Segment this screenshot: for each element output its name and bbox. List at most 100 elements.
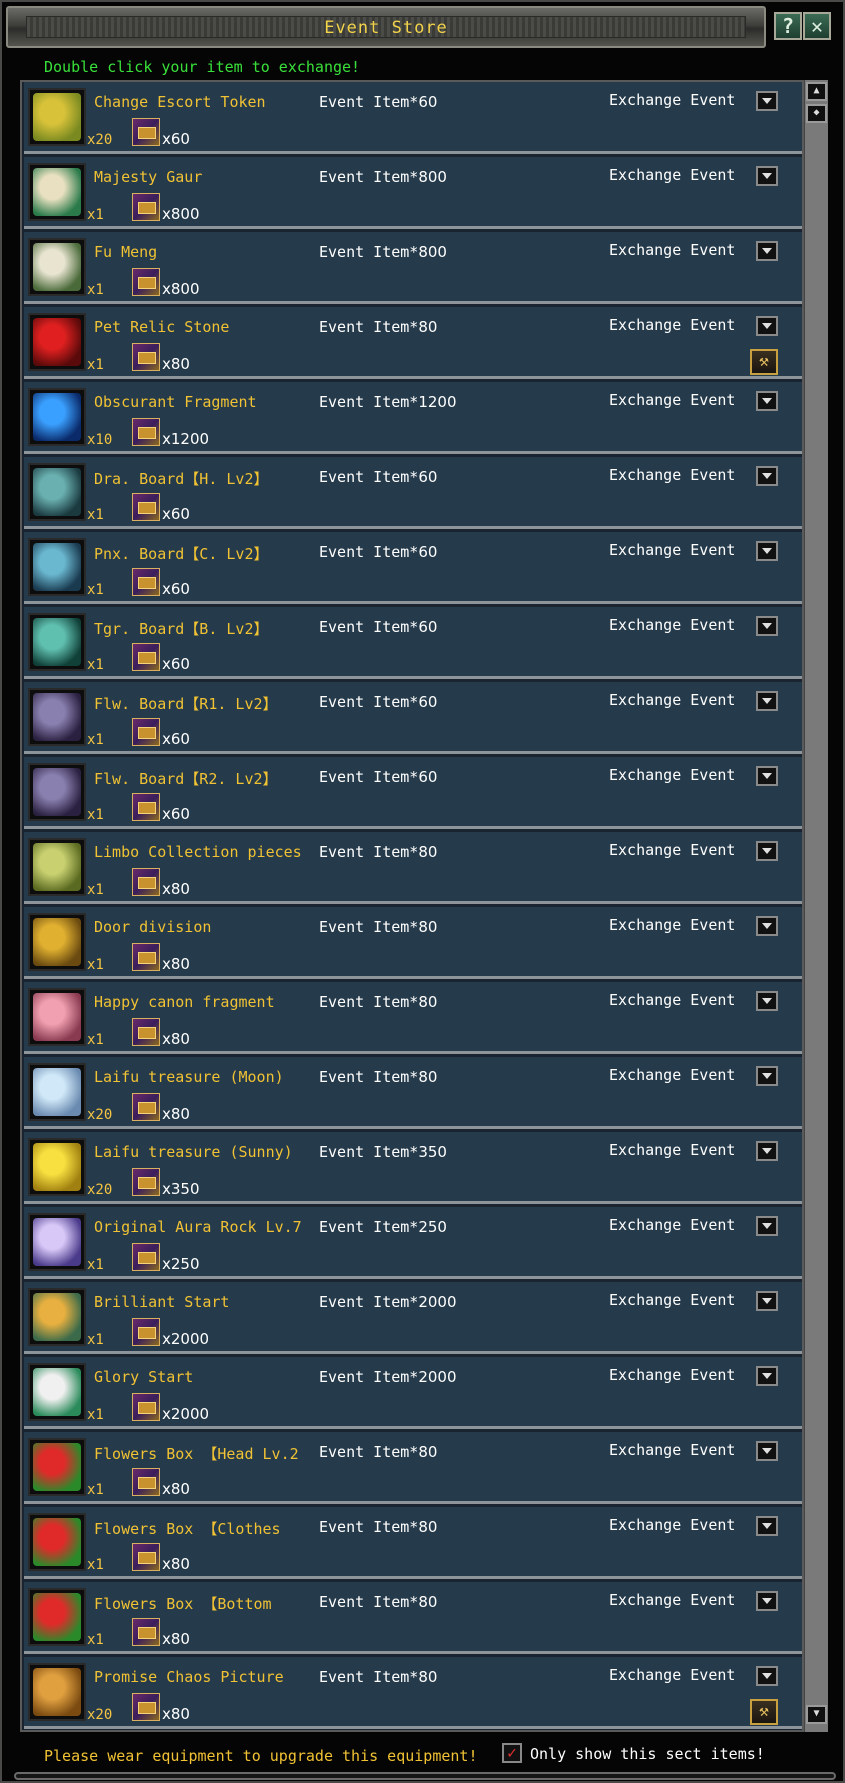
item-row[interactable]: Limbo Collection pieces x1 x80 Event Item*8…: [24, 832, 802, 904]
item-row[interactable]: Promise Chaos Picture x20 x80 Event Item*80…: [24, 1657, 802, 1729]
exchange-type-label: Exchange Event: [609, 1666, 736, 1684]
item-icon-frame[interactable]: [28, 1363, 86, 1421]
exchange-dropdown-button[interactable]: [756, 916, 778, 936]
exchange-type-label: Exchange Event: [609, 1591, 736, 1609]
exchange-dropdown-button[interactable]: [756, 541, 778, 561]
exchange-dropdown-button[interactable]: [756, 1291, 778, 1311]
board-icon: [33, 693, 81, 741]
item-icon-frame[interactable]: [28, 163, 86, 221]
item-row[interactable]: Fu Meng x1 x800 Event Item*800 Exchange Even…: [24, 232, 802, 304]
item-quantity: x1: [87, 807, 104, 823]
item-icon-frame[interactable]: [28, 613, 86, 671]
item-name: Change Escort Token: [94, 93, 266, 111]
exchange-type-label: Exchange Event: [609, 466, 736, 484]
exchange-dropdown-button[interactable]: [756, 691, 778, 711]
scrollbar[interactable]: ▲ ◆ ▼: [804, 80, 828, 1732]
exchange-dropdown-button[interactable]: [756, 466, 778, 486]
exchange-dropdown-button[interactable]: [756, 241, 778, 261]
item-icon-frame[interactable]: [28, 1438, 86, 1496]
event-item-icon: [132, 568, 160, 596]
item-icon-frame[interactable]: [28, 988, 86, 1046]
price-value: 80: [418, 843, 438, 861]
item-icon-frame[interactable]: [28, 388, 86, 446]
exchange-dropdown-button[interactable]: [756, 91, 778, 111]
item-icon-frame[interactable]: [28, 1138, 86, 1196]
item-row[interactable]: Brilliant Start x1 x2000 Event Item*2000 Exc…: [24, 1282, 802, 1354]
exchange-dropdown-button[interactable]: [756, 1366, 778, 1386]
item-row[interactable]: Obscurant Fragment x10 x1200 Event Item*120…: [24, 382, 802, 454]
title-bar[interactable]: Event Store: [6, 6, 766, 48]
upgrade-button[interactable]: ⚒: [750, 349, 778, 375]
item-row[interactable]: Tgr. Board【B. Lv2】 x1 x60 Event Item*60 Exch…: [24, 607, 802, 679]
exchange-type-label: Exchange Event: [609, 616, 736, 634]
exchange-dropdown-button[interactable]: [756, 1141, 778, 1161]
item-row[interactable]: Flowers Box 【Clothes x1 x80 Event Item*80 Ex…: [24, 1507, 802, 1579]
item-icon-frame[interactable]: [28, 463, 86, 521]
item-row[interactable]: Flowers Box 【Head Lv.2 x1 x80 Event Item*80…: [24, 1432, 802, 1504]
item-row[interactable]: Flowers Box 【Bottom x1 x80 Event Item*80 Exc…: [24, 1582, 802, 1654]
horizontal-scroll-track[interactable]: [14, 1772, 836, 1780]
item-row[interactable]: Pnx. Board【C. Lv2】 x1 x60 Event Item*60 Exch…: [24, 532, 802, 604]
exchange-dropdown-button[interactable]: [756, 991, 778, 1011]
item-icon-frame[interactable]: [28, 838, 86, 896]
item-icon-frame[interactable]: [28, 1513, 86, 1571]
exchange-dropdown-button[interactable]: [756, 1441, 778, 1461]
exchange-dropdown-button[interactable]: [756, 1591, 778, 1611]
item-row[interactable]: Glory Start x1 x2000 Event Item*2000 Exchang…: [24, 1357, 802, 1429]
item-icon-frame[interactable]: [28, 763, 86, 821]
help-button[interactable]: ?: [774, 12, 802, 40]
item-row[interactable]: Change Escort Token x20 x60 Event Item*60 Ex…: [24, 82, 802, 154]
exchange-dropdown-button[interactable]: [756, 1516, 778, 1536]
exchange-dropdown-button[interactable]: [756, 1216, 778, 1236]
item-row[interactable]: Dra. Board【H. Lv2】 x1 x60 Event Item*60 Exch…: [24, 457, 802, 529]
item-icon-frame[interactable]: [28, 313, 86, 371]
item-icon-frame[interactable]: [28, 1288, 86, 1346]
item-row[interactable]: Door division x1 x80 Event Item*80 Exchange …: [24, 907, 802, 979]
exchange-dropdown-button[interactable]: [756, 316, 778, 336]
price-label: Event Item*: [319, 1593, 419, 1611]
sect-filter-checkbox[interactable]: ✓: [502, 1743, 522, 1763]
scroll-thumb[interactable]: ◆: [806, 104, 827, 123]
item-icon-frame[interactable]: [28, 1063, 86, 1121]
item-quantity: x1: [87, 1482, 104, 1498]
item-row[interactable]: Laifu treasure (Moon) x20 x80 Event Item*80…: [24, 1057, 802, 1129]
item-icon-frame[interactable]: [28, 1213, 86, 1271]
exchange-dropdown-button[interactable]: [756, 391, 778, 411]
glory-start-icon: [33, 1368, 81, 1416]
exchange-dropdown-button[interactable]: [756, 1066, 778, 1086]
item-row[interactable]: Original Aura Rock Lv.7 x1 x250 Event Item*…: [24, 1207, 802, 1279]
event-item-icon: [132, 1243, 160, 1271]
item-icon-frame[interactable]: [28, 913, 86, 971]
item-icon-frame[interactable]: [28, 238, 86, 296]
item-row[interactable]: Pet Relic Stone x1 x80 Event Item*80 Exchang…: [24, 307, 802, 379]
item-icon-frame[interactable]: [28, 1588, 86, 1646]
item-icon-frame[interactable]: [28, 538, 86, 596]
item-icon-frame[interactable]: [28, 88, 86, 146]
item-row[interactable]: Flw. Board【R2. Lv2】 x1 x60 Event Item*60 Exc…: [24, 757, 802, 829]
item-icon-frame[interactable]: [28, 1663, 86, 1721]
exchange-dropdown-button[interactable]: [756, 616, 778, 636]
price-label: Event Item*: [319, 918, 419, 936]
item-name: Brilliant Start: [94, 1293, 230, 1311]
close-button[interactable]: ✕: [803, 12, 831, 40]
event-item-icon: [132, 1543, 160, 1571]
item-row[interactable]: Happy canon fragment x1 x80 Event Item*80 Ex…: [24, 982, 802, 1054]
item-icon-frame[interactable]: [28, 688, 86, 746]
item-row[interactable]: Laifu treasure (Sunny) x20 x350 Event Item*…: [24, 1132, 802, 1204]
cost-quantity: x60: [162, 730, 190, 748]
sect-filter-label[interactable]: Only show this sect items!: [530, 1745, 765, 1763]
exchange-dropdown-button[interactable]: [756, 841, 778, 861]
exchange-dropdown-button[interactable]: [756, 1666, 778, 1686]
item-row[interactable]: Majesty Gaur x1 x800 Event Item*800 Exchange…: [24, 157, 802, 229]
cost-quantity: x1200: [162, 430, 210, 448]
item-quantity: x20: [87, 1107, 113, 1123]
exchange-dropdown-button[interactable]: [756, 166, 778, 186]
upgrade-button[interactable]: ⚒: [750, 1699, 778, 1725]
exchange-type-label: Exchange Event: [609, 1066, 736, 1084]
item-price: Event Item*800: [319, 243, 447, 261]
scroll-down-button[interactable]: ▼: [806, 1705, 827, 1724]
item-row[interactable]: Flw. Board【R1. Lv2】 x1 x60 Event Item*60 Exc…: [24, 682, 802, 754]
exchange-dropdown-button[interactable]: [756, 766, 778, 786]
scroll-up-button[interactable]: ▲: [806, 82, 827, 101]
item-price: Event Item*80: [319, 993, 437, 1011]
